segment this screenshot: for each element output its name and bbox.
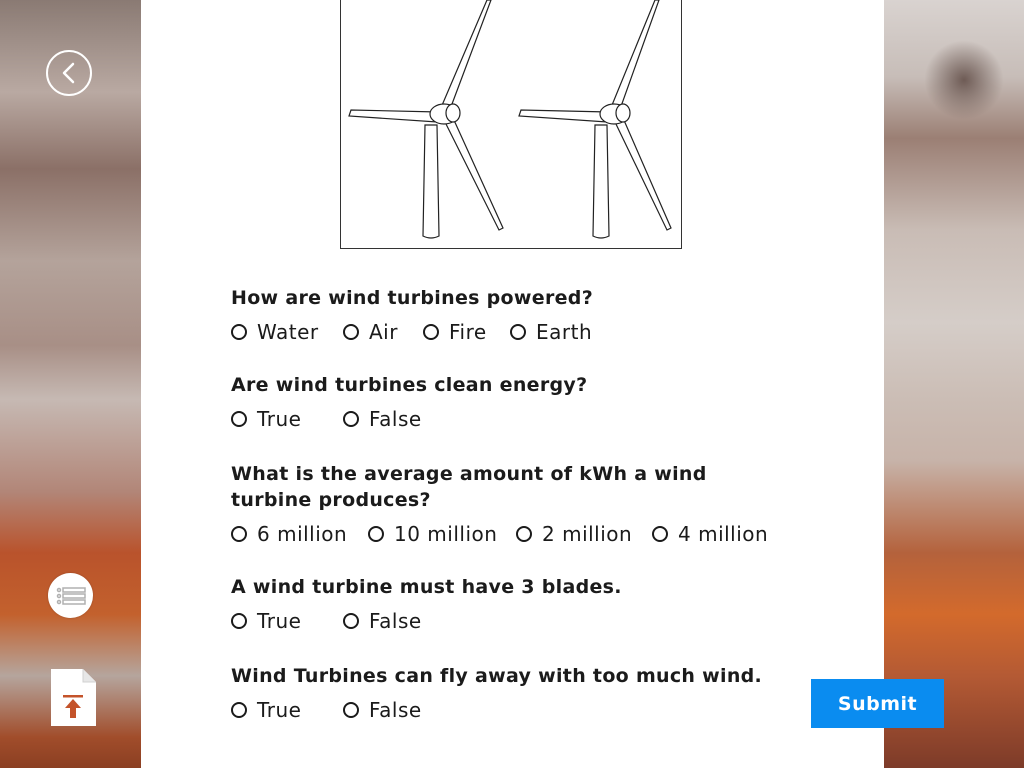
table-of-contents-button[interactable]: [48, 573, 93, 618]
radio-button[interactable]: [343, 324, 359, 340]
option-label: True: [257, 407, 302, 431]
radio-button[interactable]: [343, 411, 359, 427]
question-1-title: How are wind turbines powered?: [231, 287, 594, 309]
back-button[interactable]: [46, 50, 92, 96]
submit-button[interactable]: Submit: [811, 679, 944, 728]
file-upload-icon: [51, 669, 96, 726]
background-left: [0, 0, 141, 768]
chevron-left-icon: [62, 62, 75, 84]
radio-button[interactable]: [231, 411, 247, 427]
question-3-option-2[interactable]: 10 million: [368, 522, 497, 546]
option-label: 2 million: [542, 522, 633, 546]
question-4-option-1[interactable]: True: [231, 609, 301, 633]
radio-button[interactable]: [368, 526, 384, 542]
radio-button[interactable]: [343, 702, 359, 718]
question-2-title: Are wind turbines clean energy?: [231, 374, 588, 396]
question-3-option-3[interactable]: 2 million: [516, 522, 632, 546]
question-3-title: What is the average amount of kWh a wind…: [231, 463, 707, 511]
radio-button[interactable]: [423, 324, 439, 340]
option-label: Air: [369, 320, 398, 344]
option-label: False: [369, 698, 422, 722]
option-label: 6 million: [257, 522, 348, 546]
question-1-option-1[interactable]: Water: [231, 320, 319, 344]
question-5-option-1[interactable]: True: [231, 698, 301, 722]
question-1-option-4[interactable]: Earth: [510, 320, 592, 344]
option-label: 10 million: [394, 522, 498, 546]
question-3-option-1[interactable]: 6 million: [231, 522, 347, 546]
option-label: True: [257, 698, 302, 722]
option-label: Water: [257, 320, 319, 344]
option-label: Earth: [536, 320, 593, 344]
background-right: [884, 0, 1024, 768]
list-icon: [56, 586, 86, 605]
question-2-option-2[interactable]: False: [343, 407, 422, 431]
question-3-option-4[interactable]: 4 million: [652, 522, 768, 546]
radio-button[interactable]: [231, 702, 247, 718]
radio-button[interactable]: [231, 613, 247, 629]
radio-button[interactable]: [343, 613, 359, 629]
option-label: False: [369, 407, 422, 431]
question-2-option-1[interactable]: True: [231, 407, 301, 431]
radio-button[interactable]: [510, 324, 526, 340]
question-1-option-3[interactable]: Fire: [423, 320, 487, 344]
option-label: False: [369, 609, 422, 633]
question-4-option-2[interactable]: False: [343, 609, 422, 633]
export-button[interactable]: [50, 668, 97, 727]
option-label: 4 million: [678, 522, 769, 546]
question-5-title: Wind Turbines can fly away with too much…: [231, 665, 763, 687]
wind-turbines-illustration: [340, 0, 682, 249]
radio-button[interactable]: [231, 526, 247, 542]
radio-button[interactable]: [231, 324, 247, 340]
question-5-option-2[interactable]: False: [343, 698, 422, 722]
radio-button[interactable]: [516, 526, 532, 542]
question-1-option-2[interactable]: Air: [343, 320, 398, 344]
option-label: True: [257, 609, 302, 633]
option-label: Fire: [449, 320, 487, 344]
radio-button[interactable]: [652, 526, 668, 542]
question-4-title: A wind turbine must have 3 blades.: [231, 576, 622, 598]
